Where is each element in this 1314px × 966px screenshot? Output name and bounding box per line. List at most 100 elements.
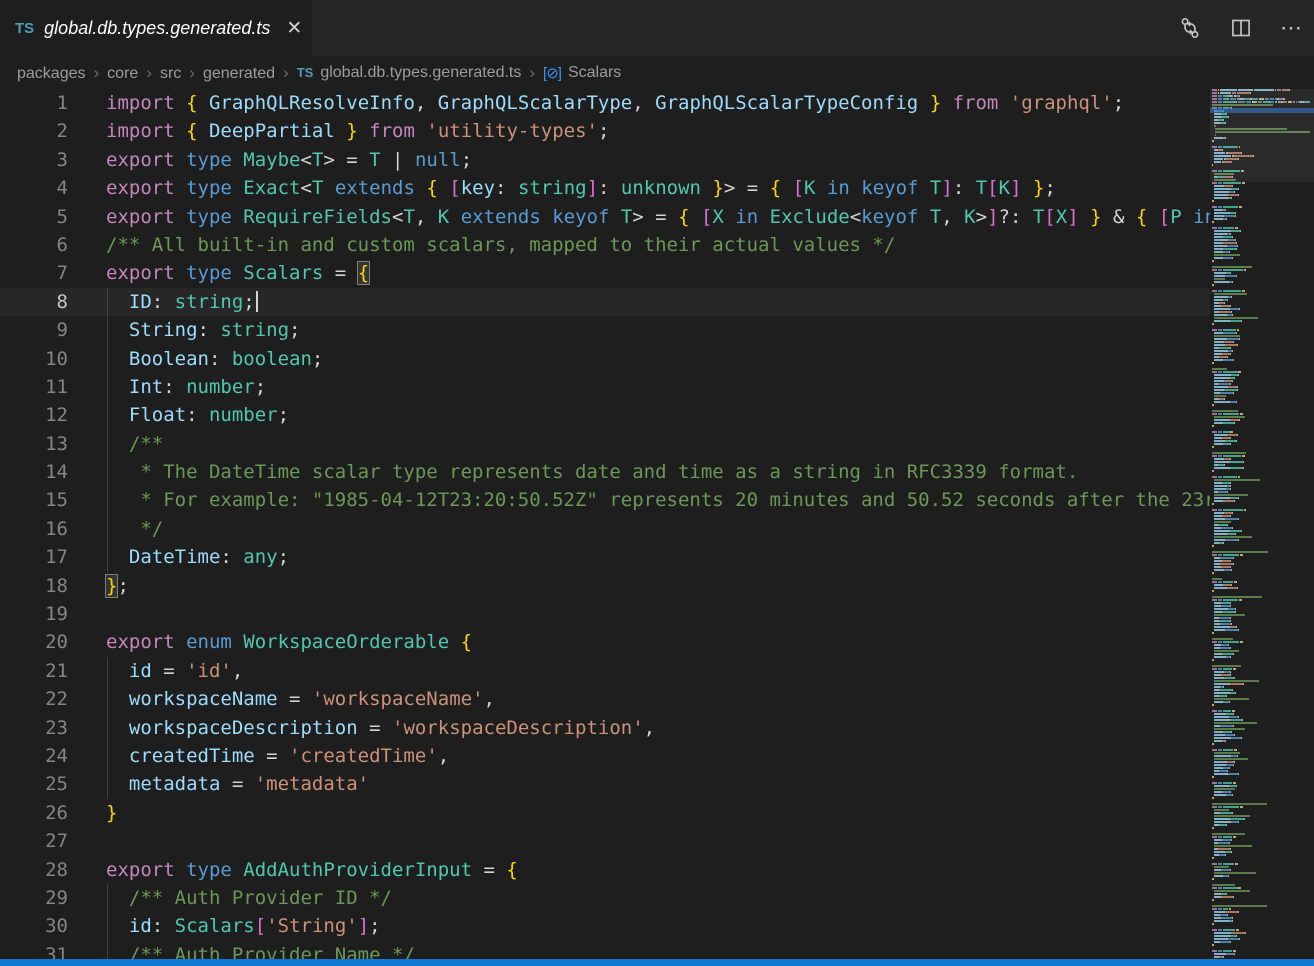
code-line[interactable]: 29 /** Auth Provider ID */ bbox=[0, 884, 1210, 912]
line-number[interactable]: 17 bbox=[0, 543, 68, 571]
breadcrumb-separator: › bbox=[94, 63, 100, 82]
breadcrumb-separator: › bbox=[529, 63, 535, 83]
line-number[interactable]: 18 bbox=[0, 572, 68, 600]
code-line[interactable]: 17 DateTime: any; bbox=[0, 543, 1210, 571]
code-line[interactable]: 23 workspaceDescription = 'workspaceDesc… bbox=[0, 714, 1210, 742]
tab-title: global.db.types.generated.ts bbox=[44, 18, 270, 39]
line-number[interactable]: 8 bbox=[0, 288, 68, 316]
breadcrumb-symbol[interactable]: Scalars bbox=[568, 64, 621, 82]
code-line[interactable]: 14 * The DateTime scalar type represents… bbox=[0, 458, 1210, 486]
line-number[interactable]: 20 bbox=[0, 628, 68, 656]
status-bar-strip[interactable] bbox=[0, 959, 1314, 966]
breadcrumb-folder-src[interactable]: src bbox=[160, 65, 181, 82]
minimap-content bbox=[1210, 89, 1314, 959]
code-line[interactable]: 8 ID: string; bbox=[0, 288, 1210, 316]
line-number[interactable]: 29 bbox=[0, 884, 68, 912]
breadcrumb-separator: › bbox=[283, 63, 289, 82]
breadcrumb-separator: › bbox=[146, 63, 152, 82]
split-editor-icon[interactable] bbox=[1229, 16, 1253, 40]
line-number[interactable]: 27 bbox=[0, 827, 68, 855]
close-icon[interactable]: ✕ bbox=[284, 17, 304, 40]
line-number[interactable]: 7 bbox=[0, 259, 68, 287]
code-line[interactable]: 28export type AddAuthProviderInput = { bbox=[0, 856, 1210, 884]
code-line[interactable]: 1import { GraphQLResolveInfo, GraphQLSca… bbox=[0, 89, 1210, 117]
indent-guide bbox=[107, 373, 108, 401]
indent-guide bbox=[107, 685, 108, 713]
code-line[interactable]: 15 * For example: "1985-04-12T23:20:50.5… bbox=[0, 486, 1210, 514]
code-line[interactable]: 21 id = 'id', bbox=[0, 657, 1210, 685]
minimap[interactable] bbox=[1210, 89, 1314, 959]
line-number[interactable]: 23 bbox=[0, 714, 68, 742]
code-line[interactable]: 20export enum WorkspaceOrderable { bbox=[0, 628, 1210, 656]
minimap-viewport-slider[interactable] bbox=[1210, 89, 1314, 182]
line-number[interactable]: 10 bbox=[0, 345, 68, 373]
line-number[interactable]: 30 bbox=[0, 912, 68, 940]
line-number[interactable]: 6 bbox=[0, 231, 68, 259]
tab-bar: TS global.db.types.generated.ts ✕ ⋯ bbox=[0, 0, 1314, 56]
code-line[interactable]: 26} bbox=[0, 799, 1210, 827]
line-number[interactable]: 16 bbox=[0, 515, 68, 543]
line-number[interactable]: 13 bbox=[0, 430, 68, 458]
symbol-type-icon: [⊘] bbox=[543, 64, 561, 82]
code-line[interactable]: 9 String: string; bbox=[0, 316, 1210, 344]
line-number[interactable]: 4 bbox=[0, 174, 68, 202]
line-number[interactable]: 19 bbox=[0, 600, 68, 628]
code-line[interactable]: 25 metadata = 'metadata' bbox=[0, 770, 1210, 798]
typescript-file-icon: TS bbox=[15, 20, 34, 37]
indent-guide bbox=[107, 770, 108, 798]
code-line[interactable]: 7export type Scalars = { bbox=[0, 259, 1210, 287]
code-line[interactable]: 2import { DeepPartial } from 'utility-ty… bbox=[0, 117, 1210, 145]
line-number[interactable]: 22 bbox=[0, 685, 68, 713]
line-number[interactable]: 12 bbox=[0, 401, 68, 429]
breadcrumb-separator: › bbox=[189, 63, 195, 82]
line-number[interactable]: 24 bbox=[0, 742, 68, 770]
more-actions-icon[interactable]: ⋯ bbox=[1280, 16, 1304, 40]
line-number[interactable]: 15 bbox=[0, 486, 68, 514]
indent-guide bbox=[107, 515, 108, 543]
editor-actions: ⋯ bbox=[1178, 0, 1304, 56]
code-line[interactable]: 13 /** bbox=[0, 430, 1210, 458]
indent-guide bbox=[107, 430, 108, 458]
indent-guide bbox=[107, 657, 108, 685]
editor[interactable]: 1import { GraphQLResolveInfo, GraphQLSca… bbox=[0, 89, 1210, 966]
indent-guide bbox=[107, 486, 108, 514]
line-number[interactable]: 5 bbox=[0, 203, 68, 231]
indent-guide bbox=[107, 316, 108, 344]
breadcrumb: packages › core › src › generated › TS global.d… bbox=[0, 56, 1314, 89]
line-number[interactable]: 21 bbox=[0, 657, 68, 685]
code-line[interactable]: 11 Int: number; bbox=[0, 373, 1210, 401]
typescript-file-icon-small: TS bbox=[297, 65, 314, 80]
breadcrumb-folder-generated[interactable]: generated bbox=[203, 65, 275, 82]
breadcrumb-folder-core[interactable]: core bbox=[107, 65, 138, 82]
line-number[interactable]: 11 bbox=[0, 373, 68, 401]
code-line[interactable]: 22 workspaceName = 'workspaceName', bbox=[0, 685, 1210, 713]
code-line[interactable]: 27 bbox=[0, 827, 1210, 855]
code-line[interactable]: 16 */ bbox=[0, 515, 1210, 543]
tab-global-db-types[interactable]: TS global.db.types.generated.ts ✕ bbox=[0, 0, 312, 56]
code-line[interactable]: 10 Boolean: boolean; bbox=[0, 345, 1210, 373]
code-line[interactable]: 4export type Exact<T extends { [key: str… bbox=[0, 174, 1210, 202]
code-line[interactable]: 24 createdTime = 'createdTime', bbox=[0, 742, 1210, 770]
line-number[interactable]: 1 bbox=[0, 89, 68, 117]
code-line[interactable]: 18}; bbox=[0, 572, 1210, 600]
line-number[interactable]: 2 bbox=[0, 117, 68, 145]
code-line[interactable]: 19 bbox=[0, 600, 1210, 628]
line-number[interactable]: 14 bbox=[0, 458, 68, 486]
line-number[interactable]: 28 bbox=[0, 856, 68, 884]
code-line[interactable]: 6/** All built-in and custom scalars, ma… bbox=[0, 231, 1210, 259]
code-line[interactable]: 30 id: Scalars['String']; bbox=[0, 912, 1210, 940]
line-number[interactable]: 3 bbox=[0, 146, 68, 174]
breadcrumb-folder-packages[interactable]: packages bbox=[17, 65, 86, 82]
indent-guide bbox=[107, 714, 108, 742]
line-number[interactable]: 9 bbox=[0, 316, 68, 344]
indent-guide bbox=[107, 288, 108, 316]
line-number[interactable]: 26 bbox=[0, 799, 68, 827]
indent-guide bbox=[107, 543, 108, 571]
open-changes-icon[interactable] bbox=[1178, 16, 1202, 40]
minimap-current-line-marker bbox=[1210, 108, 1314, 113]
line-number[interactable]: 25 bbox=[0, 770, 68, 798]
code-line[interactable]: 12 Float: number; bbox=[0, 401, 1210, 429]
breadcrumb-file[interactable]: global.db.types.generated.ts bbox=[320, 64, 521, 82]
code-line[interactable]: 5export type RequireFields<T, K extends … bbox=[0, 203, 1210, 231]
code-line[interactable]: 3export type Maybe<T> = T | null; bbox=[0, 146, 1210, 174]
